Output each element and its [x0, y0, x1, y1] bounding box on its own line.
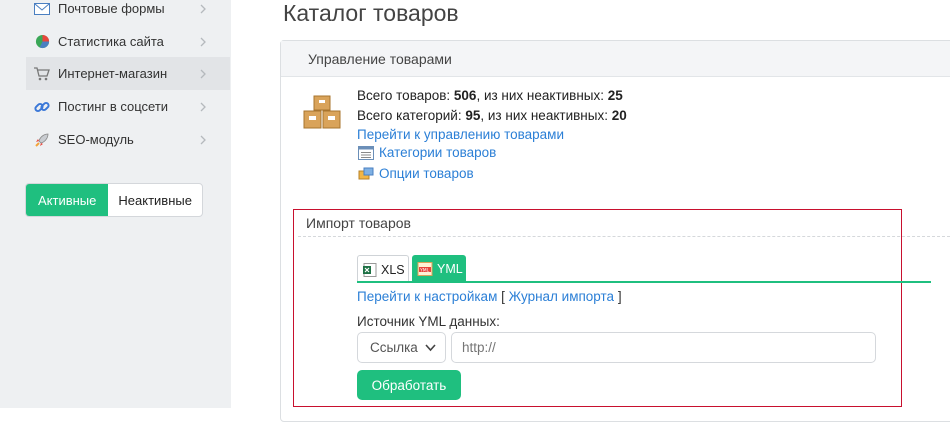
- divider: [298, 236, 950, 237]
- cart-icon: [34, 66, 50, 82]
- page-title: Каталог товаров: [283, 0, 459, 26]
- sidebar-item-site-stats[interactable]: Статистика сайта: [26, 25, 230, 58]
- svg-text:YML: YML: [419, 267, 430, 273]
- chevron-down-icon: [425, 344, 436, 352]
- sidebar-item-label: Статистика сайта: [58, 34, 164, 49]
- chevron-right-icon: [200, 37, 206, 46]
- pie-chart-icon: [34, 34, 50, 50]
- yml-file-icon: YML: [417, 261, 433, 276]
- catalog-stats: Всего товаров: 506, из них неактивных: 2…: [357, 86, 627, 145]
- chevron-right-icon: [200, 135, 206, 144]
- categories-link[interactable]: Категории товаров: [358, 145, 496, 160]
- sidebar-item-seo-module[interactable]: SEO-модуль: [26, 123, 230, 156]
- manage-products-link[interactable]: Перейти к управлению товарами: [357, 125, 627, 145]
- import-title: Импорт товаров: [306, 215, 411, 231]
- sidebar-item-online-store[interactable]: Интернет-магазин: [26, 57, 230, 90]
- sidebar: Почтовые формы Статистика сайта Интернет…: [0, 0, 231, 408]
- source-label: Источник YML данных:: [357, 314, 500, 329]
- rocket-icon: [34, 132, 50, 148]
- tab-xls[interactable]: XLS: [357, 255, 409, 283]
- import-links: Перейти к настройкам [ Журнал импорта ]: [357, 289, 622, 304]
- status-toggle: Активные Неактивные: [25, 183, 203, 217]
- chain-link-icon: [34, 99, 50, 115]
- categories-count: Всего категорий: 95, из них неактивных: …: [357, 107, 627, 123]
- panel-header: Управление товарами: [281, 41, 950, 77]
- chevron-right-icon: [200, 69, 206, 78]
- process-button[interactable]: Обработать: [357, 370, 461, 400]
- tab-yml[interactable]: YML YML: [412, 255, 466, 282]
- settings-link[interactable]: Перейти к настройкам: [357, 289, 497, 304]
- products-count: Всего товаров: 506, из них неактивных: 2…: [357, 88, 623, 103]
- sidebar-item-social-posting[interactable]: Постинг в соцсети: [26, 90, 230, 123]
- excel-file-icon: [363, 262, 377, 277]
- boxes-icon: [302, 94, 342, 139]
- list-icon: [358, 145, 374, 160]
- source-type-select[interactable]: Ссылка: [357, 332, 446, 363]
- options-link[interactable]: Опции товаров: [358, 166, 474, 181]
- url-input[interactable]: [451, 332, 876, 363]
- tab-underline: [357, 281, 931, 283]
- sidebar-item-label: Почтовые формы: [58, 1, 165, 16]
- toggle-active-button[interactable]: Активные: [26, 184, 109, 216]
- sidebar-item-mail-forms[interactable]: Почтовые формы: [26, 0, 230, 25]
- toggle-inactive-button[interactable]: Неактивные: [108, 184, 202, 216]
- sidebar-item-label: SEO-модуль: [58, 132, 134, 147]
- envelope-icon: [34, 1, 50, 17]
- sidebar-item-label: Интернет-магазин: [58, 66, 168, 81]
- chevron-right-icon: [200, 4, 206, 13]
- sidebar-item-label: Постинг в соцсети: [58, 99, 169, 114]
- chevron-right-icon: [200, 102, 206, 111]
- import-journal-link[interactable]: Журнал импорта: [509, 289, 614, 304]
- box-options-icon: [358, 167, 374, 179]
